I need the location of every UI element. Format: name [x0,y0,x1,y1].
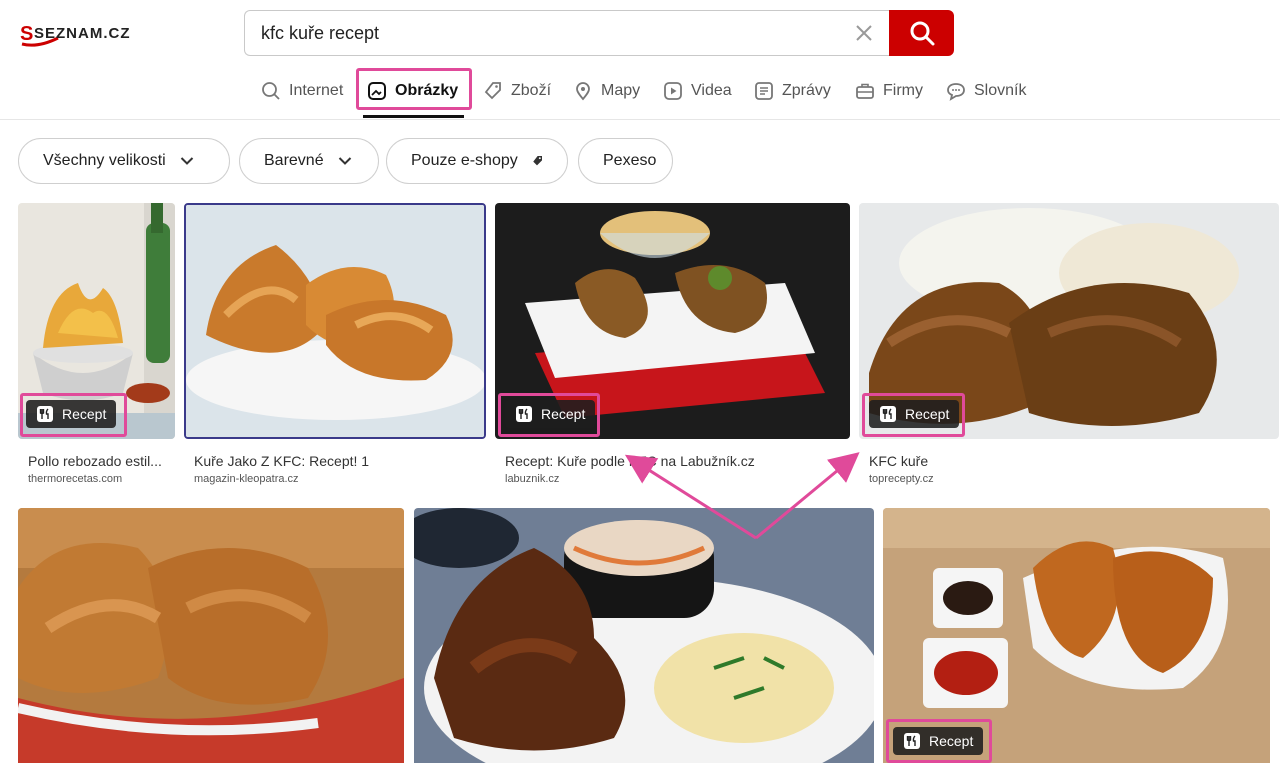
chip-label: Pexeso [603,152,657,169]
result-title[interactable]: Pollo rebozado estil... [28,453,173,469]
badge-label: Recept [929,733,974,749]
tab-label: Firmy [883,82,923,99]
result-thumbnail[interactable] [883,508,1270,763]
tab-label: Zprávy [782,82,831,99]
briefcase-icon [856,83,874,99]
image-result[interactable] [18,508,404,763]
chat-icon [947,83,965,101]
tag-icon [484,82,501,100]
vertical-tabs: Internet Obrázky Zboží Mapy Videa Zprávy… [0,72,1280,112]
result-title[interactable]: Kuře Jako Z KFC: Recept! 1 [194,453,484,469]
image-result[interactable]: Kuře Jako Z KFC: Recept! 1 magazin-kleop… [184,203,486,488]
search-icon [910,21,934,46]
search-box [244,10,890,56]
image-result[interactable]: Recept Pollo rebozado estil... thermorec… [18,203,175,488]
logo-text: SEZNAM.CZ [34,25,131,42]
tab-videa[interactable]: Videa [663,72,732,110]
result-title[interactable]: Recept: Kuře podle KFC na Labužník.cz [505,453,845,469]
result-thumbnail[interactable] [18,508,404,763]
badge-label: Recept [541,406,586,422]
color-filter-dropdown[interactable]: Barevné [239,138,379,184]
search-button[interactable] [889,10,954,56]
badge-label: Recept [905,406,950,422]
result-title[interactable]: KFC kuře [869,453,1269,469]
result-source[interactable]: thermorecetas.com [28,473,122,485]
result-source[interactable]: toprecepty.cz [869,473,934,485]
tab-zpravy[interactable]: Zprávy [754,72,831,110]
badge-label: Recept [62,406,107,422]
header: S SEZNAM.CZ Internet Obrázky Zboží Mapy [0,0,1280,120]
result-thumbnail[interactable] [184,203,486,439]
fork-knife-icon [37,406,53,422]
image-icon [368,82,386,100]
chevron-down-icon [338,157,351,165]
size-filter-dropdown[interactable]: Všechny velikosti [18,138,230,184]
tab-internet[interactable]: Internet [261,72,343,110]
tab-label: Videa [691,82,732,99]
image-result[interactable]: Recept [883,508,1270,763]
svg-text:S: S [20,23,33,45]
search-icon [262,82,280,100]
image-result[interactable] [414,508,874,763]
chip-label: Barevné [264,152,324,169]
search-input[interactable] [261,11,821,55]
fork-knife-icon [880,406,896,422]
tag-icon [532,155,542,166]
active-tab-underline [363,115,464,118]
pexeso-filter[interactable]: Pexeso [578,138,673,184]
filter-bar: Všechny velikosti Barevné Pouze e-shopy … [18,138,1262,184]
result-source[interactable]: magazin-kleopatra.cz [194,473,299,485]
fried-chicken-image [186,205,484,437]
fried-chicken-image [883,508,1270,763]
image-result[interactable]: Recept Recept: Kuře podle KFC na Labužní… [495,203,850,488]
tab-firmy[interactable]: Firmy [855,72,923,110]
fried-chicken-image [414,508,874,763]
fork-knife-icon [904,733,920,749]
tab-label: Obrázky [395,82,459,99]
chip-label: Všechny velikosti [43,152,166,169]
chip-label: Pouze e-shopy [411,152,518,169]
fried-chicken-image [18,508,404,763]
map-pin-icon [576,82,590,101]
tab-mapy[interactable]: Mapy [573,72,640,110]
tab-label: Zboží [511,82,552,99]
recipe-badge: Recept [505,400,596,428]
news-icon [755,82,773,100]
tab-zbozi[interactable]: Zboží [483,72,551,110]
tab-label: Slovník [974,82,1027,99]
clear-search-button[interactable] [854,23,874,43]
result-source[interactable]: labuznik.cz [505,473,559,485]
recipe-badge: Recept [26,400,117,428]
tab-slovnik[interactable]: Slovník [946,72,1026,110]
fork-knife-icon [516,406,532,422]
chevron-down-icon [180,157,193,165]
tab-obrazky[interactable]: Obrázky [367,72,458,110]
tab-label: Internet [289,82,344,99]
recipe-badge: Recept [869,400,960,428]
image-result[interactable]: Recept KFC kuře toprecepty.cz [859,203,1279,488]
eshops-only-filter[interactable]: Pouze e-shopy [386,138,568,184]
recipe-badge: Recept [893,727,984,755]
result-thumbnail[interactable] [414,508,874,763]
play-icon [664,82,682,100]
tab-label: Mapy [601,82,641,99]
seznam-logo[interactable]: S SEZNAM.CZ [18,18,158,50]
close-icon [856,25,872,41]
